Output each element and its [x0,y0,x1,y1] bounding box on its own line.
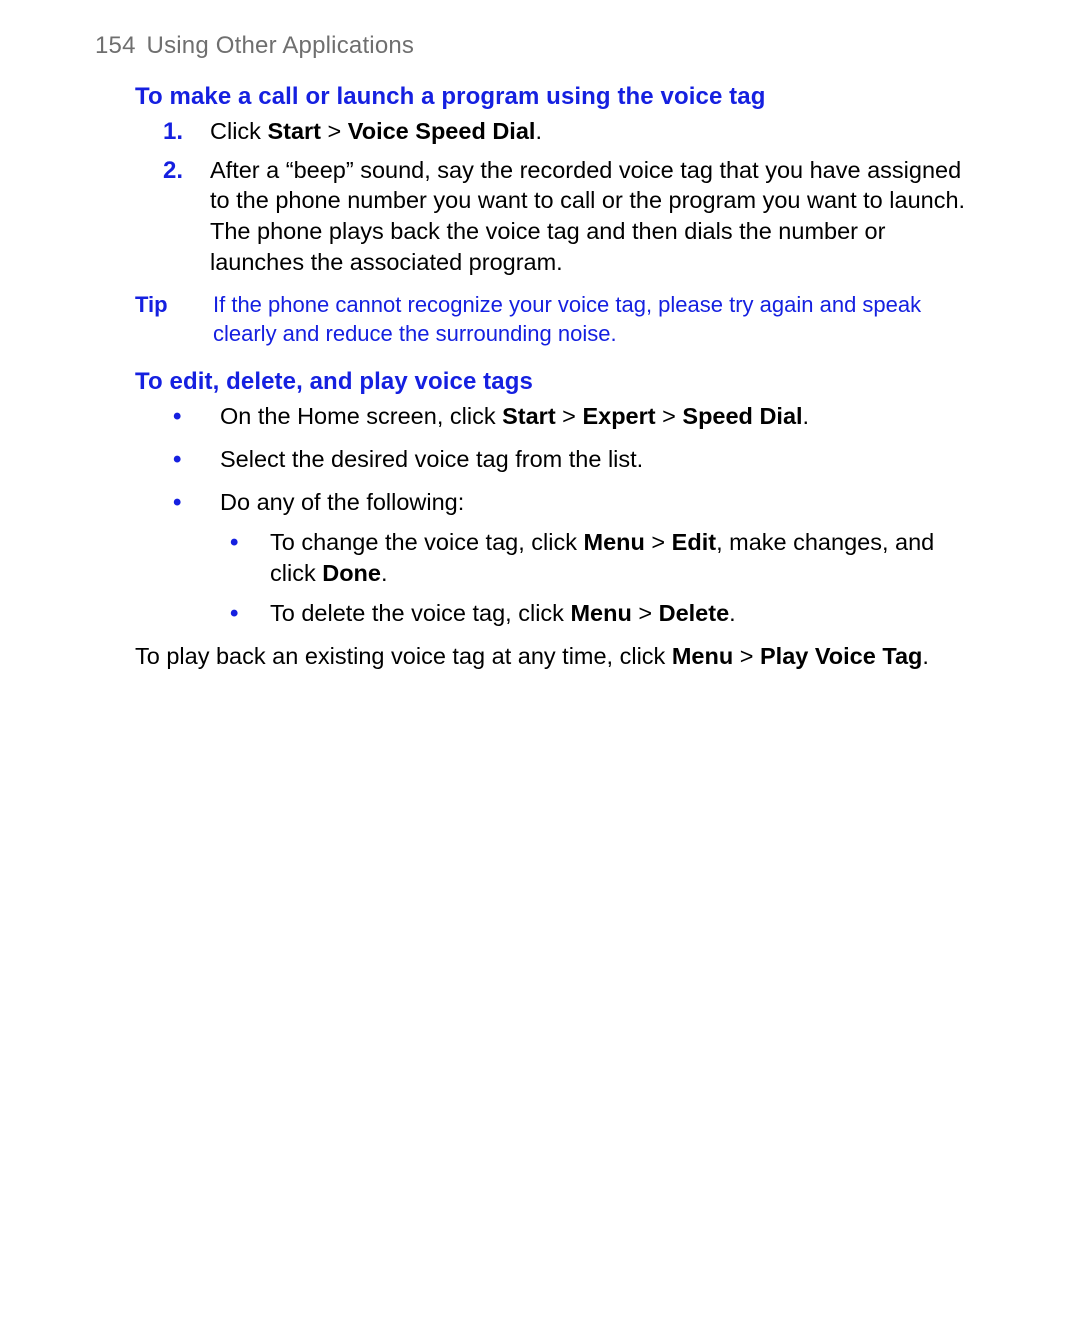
i0-sep1: > [645,529,672,555]
i0-edit: Edit [672,529,716,555]
closing-pre: To play back an existing voice tag at an… [135,643,672,669]
b0-speeddial: Speed Dial [682,403,802,429]
step-1-sep: > [321,118,348,144]
b0-start: Start [502,403,556,429]
i1-post: . [729,600,736,626]
bullet-2: Do any of the following: To change the v… [95,487,985,629]
section1-steps: Click Start > Voice Speed Dial. After a … [95,116,985,277]
inner-1: To delete the voice tag, click Menu > De… [220,598,985,629]
closing-para: To play back an existing voice tag at an… [135,641,985,672]
tip-label: Tip [135,291,213,348]
closing-menu: Menu [672,643,733,669]
i1-menu: Menu [570,600,631,626]
b0-sep1: > [556,403,583,429]
i1-pre: To delete the voice tag, click [270,600,570,626]
step-1-pre: Click [210,118,267,144]
closing-sep: > [733,643,760,669]
step-1-post: . [535,118,542,144]
b2-text: Do any of the following: [220,489,464,515]
i0-menu: Menu [584,529,645,555]
closing-post: . [922,643,929,669]
b0-pre: On the Home screen, click [220,403,502,429]
b0-sep2: > [656,403,683,429]
tip-row: Tip If the phone cannot recognize your v… [135,291,985,348]
b1-text: Select the desired voice tag from the li… [220,446,643,472]
section1-heading: To make a call or launch a program using… [135,81,985,112]
i1-sep1: > [632,600,659,626]
i1-delete: Delete [659,600,730,626]
i0-pre: To change the voice tag, click [270,529,584,555]
bullet-0: On the Home screen, click Start > Expert… [95,401,985,432]
page-header: 154 Using Other Applications [95,30,985,61]
page: 154 Using Other Applications To make a c… [0,0,1080,1327]
tip-body: If the phone cannot recognize your voice… [213,291,985,348]
step-1: Click Start > Voice Speed Dial. [95,116,985,147]
section2-bullets: On the Home screen, click Start > Expert… [95,401,985,628]
step-1-bold-start: Start [267,118,321,144]
bullet-1: Select the desired voice tag from the li… [95,444,985,475]
page-title: Using Other Applications [147,32,415,59]
i0-done: Done [322,560,381,586]
inner-bullets: To change the voice tag, click Menu > Ed… [220,527,985,629]
step-2-text: After a “beep” sound, say the recorded v… [210,157,965,275]
step-1-bold-vsd: Voice Speed Dial [348,118,536,144]
i0-post: . [381,560,388,586]
inner-0: To change the voice tag, click Menu > Ed… [220,527,985,588]
b0-post: . [803,403,810,429]
closing-pvt: Play Voice Tag [760,643,922,669]
page-number: 154 [95,32,136,59]
b0-expert: Expert [582,403,655,429]
step-2: After a “beep” sound, say the recorded v… [95,155,985,277]
section2-heading: To edit, delete, and play voice tags [135,366,985,397]
